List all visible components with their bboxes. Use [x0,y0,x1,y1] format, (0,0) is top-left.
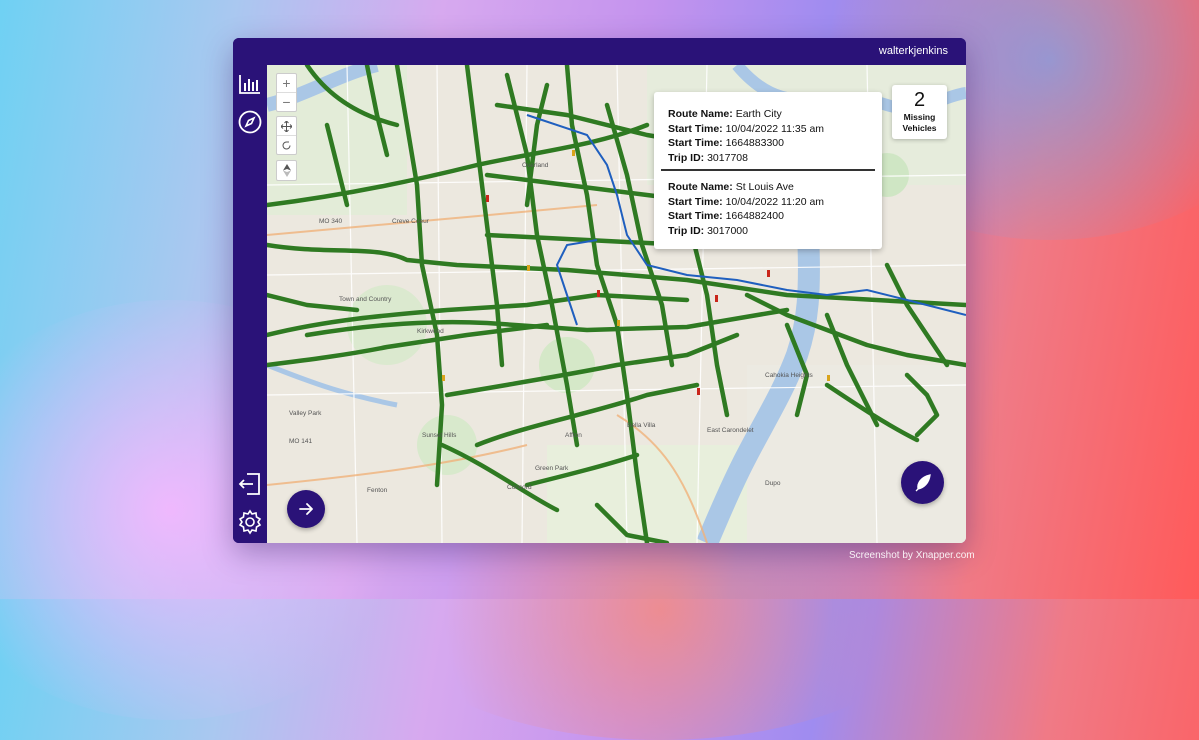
logout-icon[interactable] [236,470,264,498]
compass-icon[interactable] [236,108,264,136]
north-arrow-icon[interactable] [276,160,297,181]
trip-info-popup: Route Name: Earth City Start Time: 10/04… [654,92,882,249]
transit-map[interactable]: Overland Creve Coeur Town and Country Ki… [267,65,966,543]
feather-button[interactable] [901,461,944,504]
map-label-creve-coeur: Creve Coeur [392,218,430,225]
popup-divider [661,169,875,171]
map-label-bella-villa: Bella Villa [627,422,656,429]
settings-icon[interactable] [236,508,264,536]
sidebar [233,65,267,543]
map-label-overland: Overland [522,162,549,169]
map-label-mo141: MO 141 [289,438,313,445]
feather-icon [915,473,931,491]
start-epoch-label: Start Time: [668,210,723,222]
start-epoch-value: 1664882400 [725,210,784,222]
rotate-icon[interactable] [277,135,296,154]
zoom-control: + − [276,73,297,112]
map-label-kirkwood: Kirkwood [417,328,444,335]
trip-id-label: Trip ID: [668,151,705,164]
map-label-dupo: Dupo [765,480,781,487]
map-label-fenton: Fenton [367,487,388,494]
map-label-green-park: Green Park [535,465,569,472]
zoom-in-button[interactable]: + [277,74,296,92]
start-time-value: 10/04/2022 11:20 am [725,195,825,208]
zoom-out-button[interactable]: − [277,92,296,111]
map-label-sunset-hills: Sunset Hills [422,432,457,439]
trip-entry: Route Name: Earth City Start Time: 10/04… [668,107,824,165]
trip-id-value: 3017708 [707,151,748,164]
top-bar: walterkjenkins [233,38,966,65]
bar-chart-icon[interactable] [236,70,264,98]
start-time-value: 10/04/2022 11:35 am [725,122,825,135]
next-button[interactable] [287,490,325,528]
start-epoch-value: 1664883300 [725,137,784,149]
app-window: walterkjenkins Overland Creve Coeur Town… [233,38,966,543]
start-time-label: Start Time: [668,122,723,135]
map-label-town-country: Town and Country [339,296,392,303]
missing-vehicles-count: 2 [913,89,926,111]
username[interactable]: walterkjenkins [879,45,948,57]
missing-vehicles-label: Missing Vehicles [902,112,937,133]
arrow-right-icon [299,503,313,515]
trip-id-label: Trip ID: [668,224,705,237]
pan-icon[interactable] [277,117,296,135]
route-name-label: Route Name: [668,181,733,193]
route-name-value: Earth City [735,108,782,120]
map-label-valley-park: Valley Park [289,410,322,417]
screenshot-credit: Screenshot by Xnapper.com [849,550,975,561]
map-label-cahokia: Cahokia Heights [765,372,813,379]
trip-entry: Route Name: St Louis Ave Start Time: 10/… [668,180,824,238]
route-name-label: Route Name: [668,108,733,120]
map-label-affton: Affton [565,432,582,439]
map-label-mo340: MO 340 [319,218,343,225]
navigation-control [276,116,297,155]
trip-id-value: 3017000 [707,224,748,237]
start-epoch-label: Start Time: [668,137,723,149]
start-time-label: Start Time: [668,195,723,208]
map-label-east-carondelet: East Carondelet [707,427,754,434]
missing-vehicles-card[interactable]: 2 Missing Vehicles [892,85,947,139]
map-label-concord: Concord [507,484,532,491]
route-name-value: St Louis Ave [735,181,794,193]
